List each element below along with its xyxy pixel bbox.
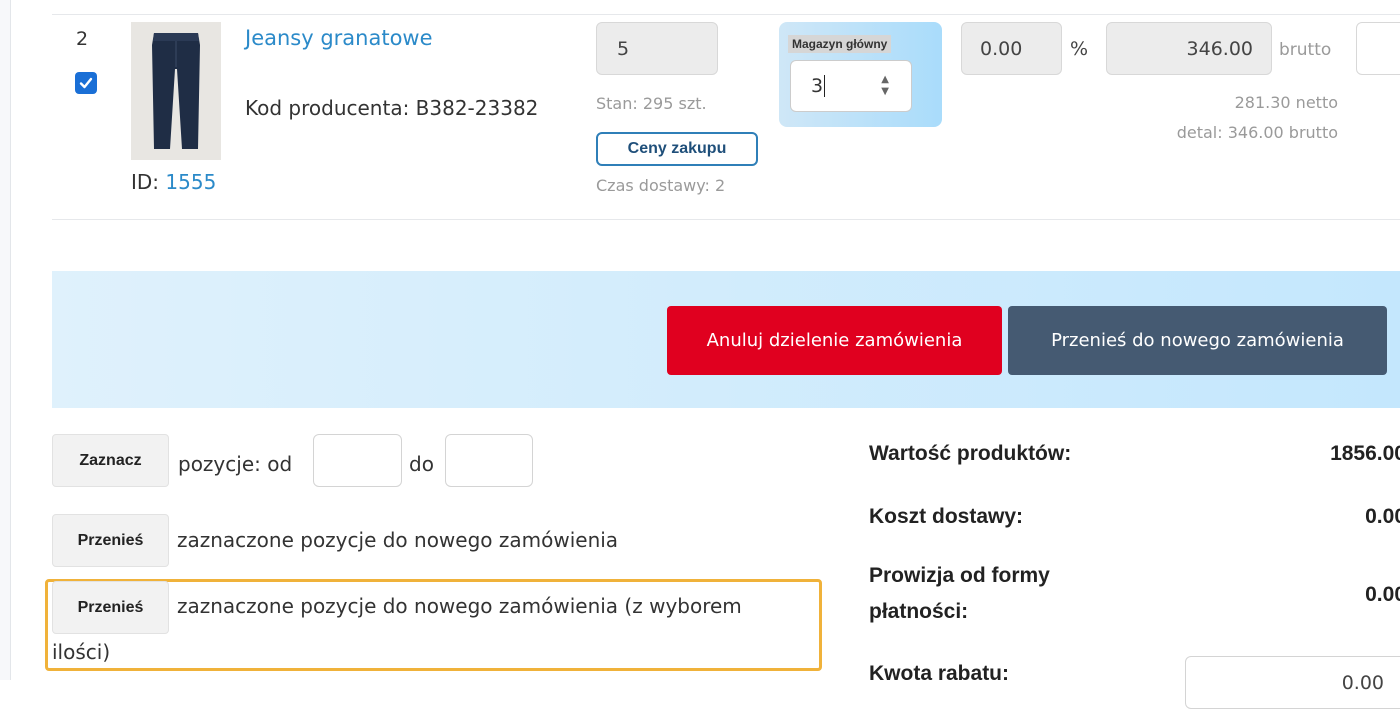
price-field[interactable]: 346.00: [1106, 22, 1272, 75]
text-cursor: [824, 75, 826, 97]
move-selected-button[interactable]: Przenieś: [52, 514, 169, 567]
cancel-split-button[interactable]: Anuluj dzielenie zamówienia: [667, 306, 1002, 375]
range-from-input[interactable]: [313, 434, 402, 487]
discount-amount-label: Kwota rabatu:: [869, 662, 1010, 685]
delivery-time: Czas dostawy: 2: [596, 176, 726, 195]
row-number: 2: [76, 28, 89, 50]
products-value: 1856.00: [1330, 442, 1400, 465]
retail-price: detal: 346.00 brutto: [1176, 123, 1338, 142]
products-value-label: Wartość produktów:: [869, 442, 1072, 465]
jeans-image-icon: [152, 33, 200, 149]
discount-amount-input[interactable]: 0.00: [1185, 656, 1400, 709]
row-divider-top: [52, 14, 1400, 15]
page-gutter: [0, 0, 11, 680]
netto-price: 281.30 netto: [1234, 93, 1338, 112]
warehouse-quantity-value: 3: [811, 75, 824, 97]
producer-code: Kod producenta: B382-23382: [245, 96, 539, 120]
move-selected-with-qty-text-1: zaznaczone pozycje do nowego zamówienia …: [177, 594, 742, 618]
select-from-label: pozycje: od: [178, 452, 293, 476]
move-to-new-order-button[interactable]: Przenieś do nowego zamówienia: [1008, 306, 1387, 375]
quantity-field[interactable]: 5: [596, 22, 718, 75]
shipping-cost-value: 0.00: [1365, 505, 1400, 528]
row-divider-bottom: [52, 219, 1400, 220]
discount-field[interactable]: 0.00: [961, 22, 1062, 75]
warehouse-quantity-input[interactable]: 3 ▲ ▼: [790, 60, 912, 112]
select-to-label: do: [409, 452, 434, 476]
extra-field[interactable]: [1356, 22, 1400, 75]
product-id: ID: 1555: [131, 170, 216, 194]
percent-sign: %: [1070, 38, 1089, 60]
product-name-link[interactable]: Jeansy granatowe: [245, 26, 433, 50]
spinner-icon[interactable]: ▲ ▼: [881, 74, 889, 98]
commission-value: 0.00: [1365, 583, 1400, 606]
commission-label-line1: Prowizja od formy: [869, 564, 1050, 587]
move-selected-text: zaznaczone pozycje do nowego zamówienia: [177, 528, 619, 552]
row-checkbox[interactable]: [75, 72, 97, 94]
product-thumbnail[interactable]: [131, 22, 221, 160]
commission-label-line2: płatności:: [869, 600, 969, 623]
range-to-input[interactable]: [445, 434, 533, 487]
product-id-label: ID:: [131, 170, 166, 194]
checkmark-icon: [79, 77, 93, 89]
select-button[interactable]: Zaznacz: [52, 434, 169, 487]
move-selected-with-qty-button[interactable]: Przenieś: [52, 581, 169, 634]
product-id-link[interactable]: 1555: [165, 170, 216, 194]
stock-info: Stan: 295 szt.: [596, 94, 707, 113]
purchase-prices-button[interactable]: Ceny zakupu: [596, 132, 758, 166]
move-selected-with-qty-text-2: ilości): [52, 640, 111, 664]
price-suffix: brutto: [1279, 40, 1332, 60]
warehouse-label: Magazyn główny: [788, 35, 892, 53]
shipping-cost-label: Koszt dostawy:: [869, 505, 1024, 528]
